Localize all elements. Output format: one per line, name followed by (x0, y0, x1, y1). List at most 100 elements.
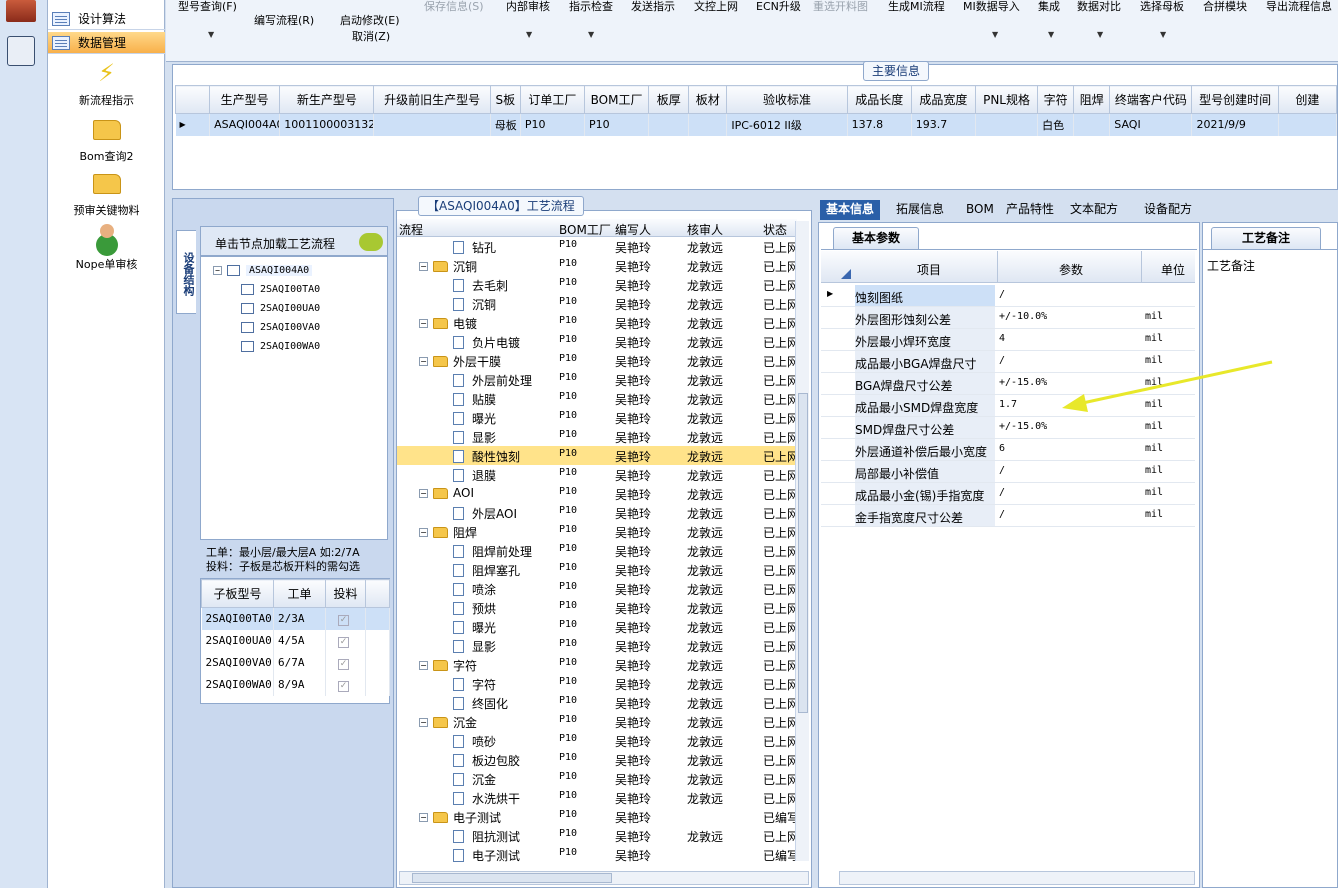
column-header[interactable]: 验收标准 (726, 85, 848, 114)
chevron-down-icon[interactable]: ▼ (1097, 30, 1103, 39)
mi-import-button[interactable]: MI数据导入 (963, 0, 1020, 14)
column-header[interactable]: 型号创建时间 (1191, 85, 1279, 114)
tree-child-node[interactable]: 2SAQI00TA0 (241, 284, 320, 295)
chevron-down-icon[interactable]: ▼ (208, 30, 214, 39)
column-header[interactable]: 阻焊 (1073, 85, 1111, 114)
start-modify-button[interactable]: 启动修改(E) (340, 12, 400, 28)
tab-right-5[interactable]: 设备配方 (1138, 200, 1198, 220)
table-row[interactable]: 2SAQI00TA0 2/3A ✓ (201, 607, 390, 630)
process-row[interactable]: 曝光 P10 吴艳玲 龙敦远 已上网 (397, 408, 797, 427)
process-row[interactable]: 沉铜 P10 吴艳玲 龙敦远 已上网 (397, 294, 797, 313)
feed-checkbox[interactable]: ✓ (325, 607, 366, 630)
factory-icon[interactable] (6, 0, 36, 22)
chevron-down-icon[interactable]: ▼ (588, 30, 594, 39)
collapse-icon[interactable]: − (419, 718, 428, 727)
collapse-icon[interactable]: − (213, 266, 222, 275)
column-header[interactable]: 订单工厂 (519, 85, 586, 114)
tree-child-node[interactable]: 2SAQI00VA0 (241, 322, 320, 333)
process-row[interactable]: − 沉铜 P10 吴艳玲 龙敦远 已上网 (397, 256, 797, 275)
column-header[interactable]: BOM工厂 (583, 85, 650, 114)
process-row[interactable]: 显影 P10 吴艳玲 龙敦远 已上网 (397, 636, 797, 655)
process-row[interactable]: − 字符 P10 吴艳玲 龙敦远 已上网 (397, 655, 797, 674)
param-row[interactable]: ▶ 蚀刻图纸 / (821, 285, 1195, 307)
column-header[interactable]: 成品长度 (846, 85, 912, 114)
table-row[interactable]: 2SAQI00VA0 6/7A ✓ (201, 651, 390, 674)
column-header[interactable]: 核审人 (687, 221, 723, 238)
column-header[interactable]: 生产型号 (209, 85, 281, 114)
process-row[interactable]: 外层前处理 P10 吴艳玲 龙敦远 已上网 (397, 370, 797, 389)
vertical-scrollbar[interactable] (795, 221, 809, 861)
process-row[interactable]: − 电子测试 P10 吴艳玲 已编写 (397, 807, 797, 826)
chevron-down-icon[interactable]: ▼ (992, 30, 998, 39)
scroll-thumb[interactable] (798, 393, 808, 713)
process-row[interactable]: 喷砂 P10 吴艳玲 龙敦远 已上网 (397, 731, 797, 750)
process-row[interactable]: − AOI P10 吴艳玲 龙敦远 已上网 (397, 484, 797, 503)
process-row[interactable]: − 外层干膜 P10 吴艳玲 龙敦远 已上网 (397, 351, 797, 370)
column-header[interactable]: 工单 (273, 579, 326, 608)
process-row[interactable]: 阻抗测试 P10 吴艳玲 龙敦远 已上网 (397, 826, 797, 845)
column-header[interactable]: 板厚 (648, 85, 690, 114)
table-row[interactable]: ▶ ASAQI004A0 10011000031324 母板 P10 P10 IPC-60… (175, 113, 1338, 136)
nav-data-management[interactable]: 数据管理 (48, 32, 165, 54)
shortcut-pre-review[interactable]: 预审关键物料 (48, 168, 165, 218)
param-row[interactable]: SMD焊盘尺寸公差 +/-15.0% mil (821, 417, 1195, 439)
column-header[interactable]: BOM工厂 (559, 221, 611, 238)
process-row[interactable]: 终固化 P10 吴艳玲 龙敦远 已上网 (397, 693, 797, 712)
process-row[interactable]: − 电镀 P10 吴艳玲 龙敦远 已上网 (397, 313, 797, 332)
process-row[interactable]: 喷涂 P10 吴艳玲 龙敦远 已上网 (397, 579, 797, 598)
tab-basic-params[interactable]: 基本参数 (833, 227, 919, 249)
process-row[interactable]: 水洗烘干 P10 吴艳玲 龙敦远 已上网 (397, 788, 797, 807)
generate-mi-button[interactable]: 生成MI流程 (888, 0, 945, 14)
horizontal-scrollbar[interactable] (839, 871, 1195, 885)
column-header[interactable]: 新生产型号 (279, 85, 375, 114)
shortcut-bom-query[interactable]: Bom查询2 (48, 114, 165, 164)
chevron-down-icon[interactable]: ▼ (1048, 30, 1054, 39)
shortcut-nope-review[interactable]: Nope单审核 (48, 222, 165, 272)
process-row[interactable]: 显影 P10 吴艳玲 龙敦远 已上网 (397, 427, 797, 446)
scroll-thumb[interactable] (412, 873, 612, 883)
column-header[interactable]: 编写人 (615, 221, 651, 238)
column-header[interactable]: 创建 (1277, 85, 1338, 114)
table-row[interactable]: 2SAQI00UA0 4/5A ✓ (201, 629, 390, 652)
export-process-button[interactable]: 导出流程信息 (1266, 0, 1332, 14)
process-row[interactable]: 预烘 P10 吴艳玲 龙敦远 已上网 (397, 598, 797, 617)
horizontal-scrollbar[interactable] (399, 871, 809, 885)
reselect-cutting-button[interactable]: 重选开料图 (813, 0, 868, 14)
cancel-button[interactable]: 取消(Z) (352, 28, 390, 44)
tab-right-2[interactable]: BOM (960, 200, 1000, 220)
chevron-down-icon[interactable]: ▼ (1160, 30, 1166, 39)
column-header[interactable]: 终端客户代码 (1109, 85, 1193, 114)
process-row[interactable]: 钻孔 P10 吴艳玲 龙敦远 已上网 (397, 237, 797, 256)
feed-checkbox[interactable]: ✓ (325, 651, 366, 674)
tab-right-3[interactable]: 产品特性 (1000, 200, 1060, 220)
column-header[interactable]: 板材 (688, 85, 728, 114)
tree-child-node[interactable]: 2SAQI00WA0 (241, 341, 320, 352)
tab-right-4[interactable]: 文本配方 (1064, 200, 1124, 220)
column-header[interactable]: 状态 (763, 221, 787, 238)
process-row[interactable]: 贴膜 P10 吴艳玲 龙敦远 已上网 (397, 389, 797, 408)
data-compare-button[interactable]: 数据对比 (1077, 0, 1121, 14)
collapse-icon[interactable]: − (419, 319, 428, 328)
process-row[interactable]: 去毛刺 P10 吴艳玲 龙敦远 已上网 (397, 275, 797, 294)
tree-root-node[interactable]: − ASAQI004A0 (213, 265, 313, 276)
ecn-upgrade-button[interactable]: ECN升级 (756, 0, 801, 14)
process-row[interactable]: − 沉金 P10 吴艳玲 龙敦远 已上网 (397, 712, 797, 731)
process-row[interactable]: 外层AOI P10 吴艳玲 龙敦远 已上网 (397, 503, 797, 522)
process-row[interactable]: 字符 P10 吴艳玲 龙敦远 已上网 (397, 674, 797, 693)
nav-design-algorithm[interactable]: 设计算法 (48, 8, 165, 30)
column-header[interactable]: 投料 (325, 579, 366, 608)
process-row[interactable]: 阻焊前处理 P10 吴艳玲 龙敦远 已上网 (397, 541, 797, 560)
collapse-icon[interactable]: − (419, 661, 428, 670)
process-row[interactable]: 酸性蚀刻 P10 吴艳玲 龙敦远 已上网 (397, 446, 797, 465)
param-row[interactable]: 外层最小焊环宽度 4 mil (821, 329, 1195, 351)
calculator-icon[interactable] (7, 36, 35, 66)
column-header[interactable]: S板 (489, 85, 521, 114)
select-motherboard-button[interactable]: 选择母板 (1140, 0, 1184, 14)
param-row[interactable]: 金手指宽度尺寸公差 / mil (821, 505, 1195, 527)
tree-child-node[interactable]: 2SAQI00UA0 (241, 303, 320, 314)
feed-checkbox[interactable]: ✓ (325, 673, 366, 696)
column-header[interactable]: 流程 (399, 221, 423, 238)
param-row[interactable]: 局部最小补偿值 / mil (821, 461, 1195, 483)
save-info-button[interactable]: 保存信息(S) (424, 0, 484, 14)
process-row[interactable]: 曝光 P10 吴艳玲 龙敦远 已上网 (397, 617, 797, 636)
